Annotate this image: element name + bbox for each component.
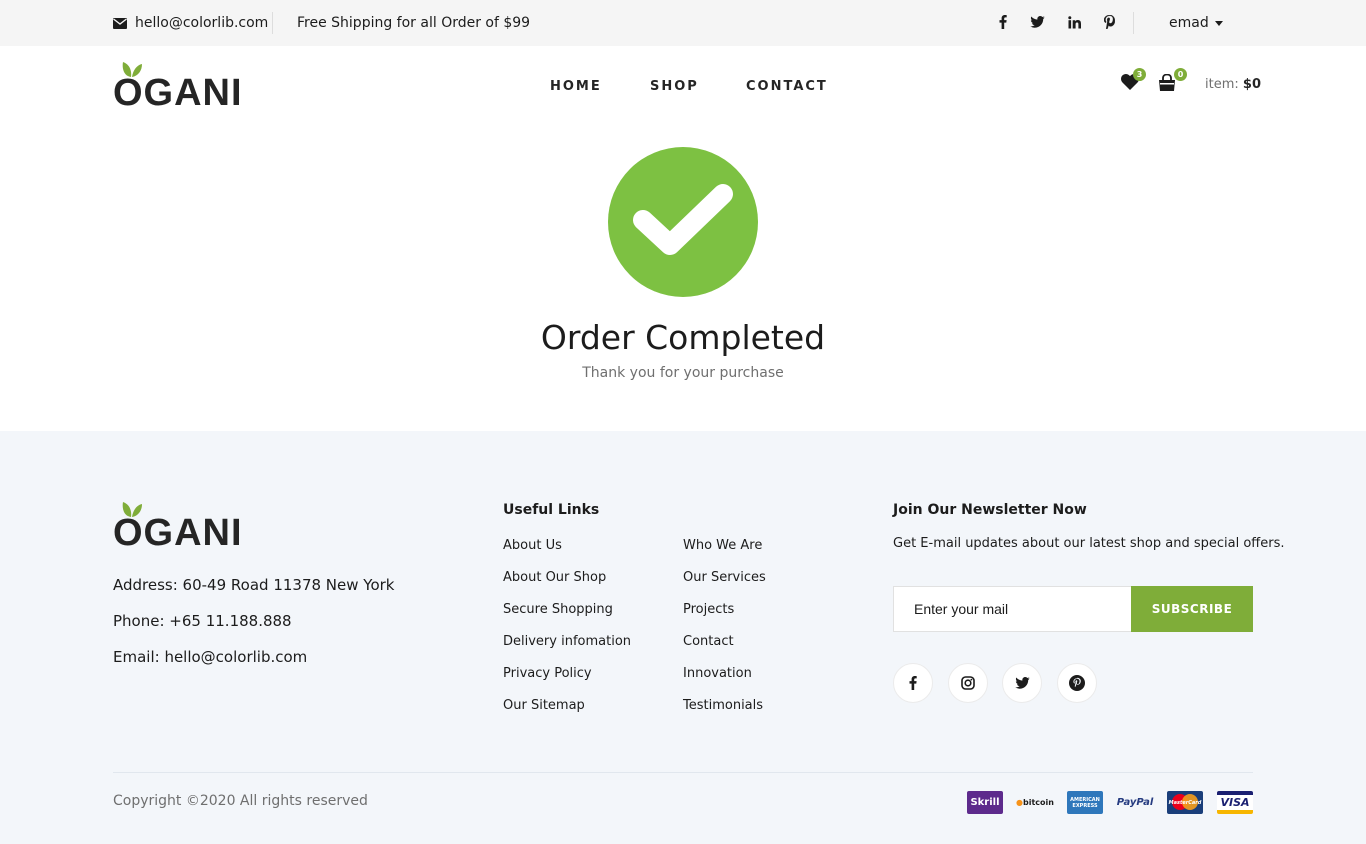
- order-completed-subtitle: Thank you for your purchase: [582, 365, 784, 381]
- skrill-payment-icon: Skrill: [967, 791, 1003, 814]
- newsletter-description: Get E-mail updates about our latest shop…: [893, 536, 1285, 551]
- topbar-email-text: hello@colorlib.com: [135, 15, 269, 31]
- visa-payment-icon: VISA: [1217, 791, 1253, 814]
- footer-divider: [113, 772, 1253, 773]
- nav-contact[interactable]: CONTACT: [746, 79, 828, 94]
- topbar-divider: [272, 12, 273, 34]
- footer-facebook-icon[interactable]: [893, 663, 933, 703]
- wishlist-button[interactable]: 3: [1121, 68, 1146, 92]
- newsletter-title: Join Our Newsletter Now: [893, 502, 1087, 518]
- order-completed-title: Order Completed: [540, 318, 826, 357]
- shopping-bag-icon: [1159, 73, 1175, 91]
- nav-home[interactable]: HOME: [550, 79, 602, 94]
- footer-link-contact[interactable]: Contact: [683, 634, 734, 649]
- wishlist-count-badge: 3: [1133, 68, 1146, 81]
- footer-link-projects[interactable]: Projects: [683, 602, 734, 617]
- copyright-text: Copyright ©2020 All rights reserved: [113, 793, 368, 809]
- footer-pinterest-icon[interactable]: [1057, 663, 1097, 703]
- footer-link-who-we-are[interactable]: Who We Are: [683, 538, 762, 553]
- bitcoin-payment-icon: ● bitcoin: [1016, 798, 1054, 807]
- newsletter-email-input[interactable]: [893, 586, 1131, 632]
- user-name: emad: [1169, 15, 1209, 31]
- footer-link-delivery-information[interactable]: Delivery infomation: [503, 634, 631, 649]
- paypal-payment-icon: PayPal: [1116, 791, 1154, 814]
- top-bar: hello@colorlib.com Free Shipping for all…: [0, 0, 1366, 46]
- logo-text: OGANI: [113, 72, 243, 114]
- footer-email: Email: hello@colorlib.com: [113, 648, 308, 666]
- footer-phone: Phone: +65 11.188.888: [113, 612, 292, 630]
- paypal-label: PayPal: [1116, 797, 1154, 808]
- footer-logo[interactable]: OGANI: [113, 500, 242, 552]
- footer-link-testimonials[interactable]: Testimonials: [683, 698, 763, 713]
- facebook-icon[interactable]: [995, 14, 1011, 30]
- linkedin-icon[interactable]: [1066, 14, 1082, 30]
- twitter-icon[interactable]: [1029, 14, 1045, 30]
- user-dropdown[interactable]: emad: [1169, 15, 1223, 31]
- free-shipping-text: Free Shipping for all Order of $99: [297, 15, 531, 31]
- bitcoin-label: bitcoin: [1023, 798, 1054, 807]
- footer-link-secure-shopping[interactable]: Secure Shopping: [503, 602, 613, 617]
- cart-total-label: item:: [1205, 77, 1239, 92]
- cart-count-badge: 0: [1174, 68, 1187, 81]
- footer-link-our-services[interactable]: Our Services: [683, 570, 766, 585]
- nav-shop[interactable]: SHOP: [650, 79, 699, 94]
- subscribe-button[interactable]: SUBSCRIBE: [1131, 586, 1253, 632]
- cart-total: item: $0: [1205, 77, 1261, 92]
- footer: OGANI Address: 60-49 Road 11378 New York…: [0, 431, 1366, 844]
- footer-link-about-our-shop[interactable]: About Our Shop: [503, 570, 606, 585]
- topbar-divider-right: [1133, 12, 1134, 34]
- cart-button[interactable]: 0: [1158, 68, 1187, 92]
- footer-link-privacy-policy[interactable]: Privacy Policy: [503, 666, 592, 681]
- skrill-label: Skrill: [970, 797, 1000, 808]
- footer-twitter-icon[interactable]: [1002, 663, 1042, 703]
- visa-label: VISA: [1220, 796, 1250, 809]
- footer-logo-text: OGANI: [113, 512, 243, 554]
- mastercard-label: MasterCard: [1168, 799, 1202, 806]
- amex-payment-icon: AMERICAN EXPRESS: [1067, 791, 1103, 814]
- mastercard-payment-icon: MasterCard: [1167, 791, 1203, 814]
- footer-address: Address: 60-49 Road 11378 New York: [113, 576, 395, 594]
- footer-link-about-us[interactable]: About Us: [503, 538, 562, 553]
- footer-link-innovation[interactable]: Innovation: [683, 666, 752, 681]
- order-success-check-icon: [608, 147, 758, 297]
- footer-link-our-sitemap[interactable]: Our Sitemap: [503, 698, 585, 713]
- useful-links-title: Useful Links: [503, 502, 600, 518]
- caret-down-icon: [1214, 20, 1223, 26]
- cart-total-value: $0: [1242, 77, 1261, 92]
- topbar-email: hello@colorlib.com: [113, 15, 268, 31]
- footer-instagram-icon[interactable]: [948, 663, 988, 703]
- envelope-icon: [113, 17, 127, 29]
- amex-label: AMERICAN EXPRESS: [1070, 796, 1100, 809]
- header-logo[interactable]: OGANI: [113, 60, 242, 112]
- pinterest-icon[interactable]: [1101, 14, 1117, 30]
